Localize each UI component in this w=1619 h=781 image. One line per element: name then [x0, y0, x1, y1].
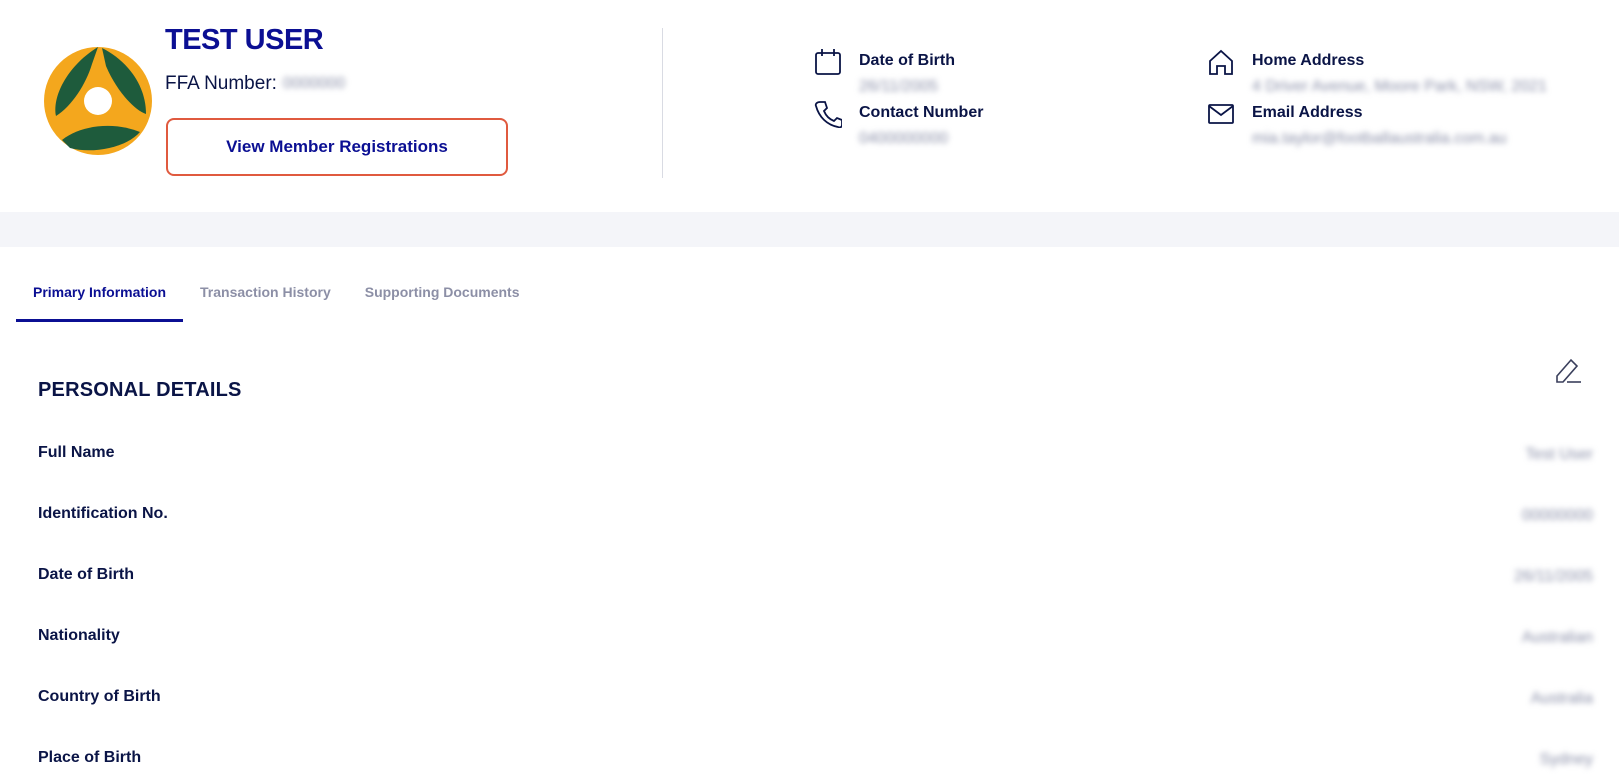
- detail-row-country-of-birth: Country of Birth Australia: [38, 684, 1593, 714]
- calendar-icon: [815, 49, 841, 75]
- address-value: 4 Driver Avenue, Moore Park, NSW, 2021: [1252, 78, 1547, 95]
- detail-value: Sydney: [1539, 751, 1593, 768]
- detail-row-full-name: Full Name Test User: [38, 440, 1593, 470]
- header-divider: [662, 28, 663, 178]
- phone-label: Contact Number: [859, 104, 984, 121]
- email-label: Email Address: [1252, 104, 1363, 121]
- email-value: mia.taylor@footballaustralia.com.au: [1252, 130, 1507, 147]
- tab-supporting-documents[interactable]: Supporting Documents: [348, 270, 537, 322]
- detail-label: Date of Birth: [38, 566, 134, 583]
- ffa-number-label: FFA Number:: [165, 73, 277, 94]
- detail-row-place-of-birth: Place of Birth Sydney: [38, 745, 1593, 775]
- header-band: [0, 212, 1619, 247]
- personal-details-title: PERSONAL DETAILS: [38, 379, 242, 401]
- profile-tabs: Primary Information Transaction History …: [16, 270, 537, 322]
- detail-row-date-of-birth: Date of Birth 26/11/2005: [38, 562, 1593, 592]
- mail-icon: [1208, 104, 1234, 124]
- football-australia-logo: [44, 47, 152, 155]
- detail-label: Identification No.: [38, 505, 168, 522]
- home-icon: [1209, 49, 1233, 75]
- phone-value: 0400000000: [859, 130, 948, 147]
- detail-value: Australia: [1530, 690, 1593, 707]
- detail-label: Place of Birth: [38, 749, 142, 766]
- dob-value: 26/11/2005: [859, 78, 938, 95]
- detail-value: 26/11/2005: [1514, 568, 1593, 585]
- dob-label: Date of Birth: [859, 52, 955, 69]
- detail-label: Country of Birth: [38, 688, 161, 705]
- address-label: Home Address: [1252, 52, 1365, 69]
- view-member-registrations-button[interactable]: View Member Registrations: [166, 118, 508, 176]
- phone-icon: [814, 101, 842, 128]
- pencil-edit-icon[interactable]: [1553, 354, 1583, 384]
- detail-label: Nationality: [38, 627, 120, 644]
- detail-value: 00000000: [1521, 507, 1593, 524]
- profile-header: TEST USER FFA Number: 0000000 View Membe…: [0, 0, 1619, 212]
- ffa-number-value: 0000000: [282, 75, 346, 92]
- detail-value: Test User: [1525, 446, 1593, 463]
- detail-row-nationality: Nationality Australian: [38, 623, 1593, 653]
- detail-label: Full Name: [38, 444, 115, 461]
- tab-transaction-history[interactable]: Transaction History: [183, 270, 348, 322]
- ffa-number: FFA Number: 0000000: [165, 73, 345, 95]
- tab-primary-information[interactable]: Primary Information: [16, 270, 184, 322]
- detail-value: Australian: [1521, 629, 1593, 646]
- user-name: TEST USER: [165, 24, 324, 56]
- detail-row-identification: Identification No. 00000000: [38, 501, 1593, 531]
